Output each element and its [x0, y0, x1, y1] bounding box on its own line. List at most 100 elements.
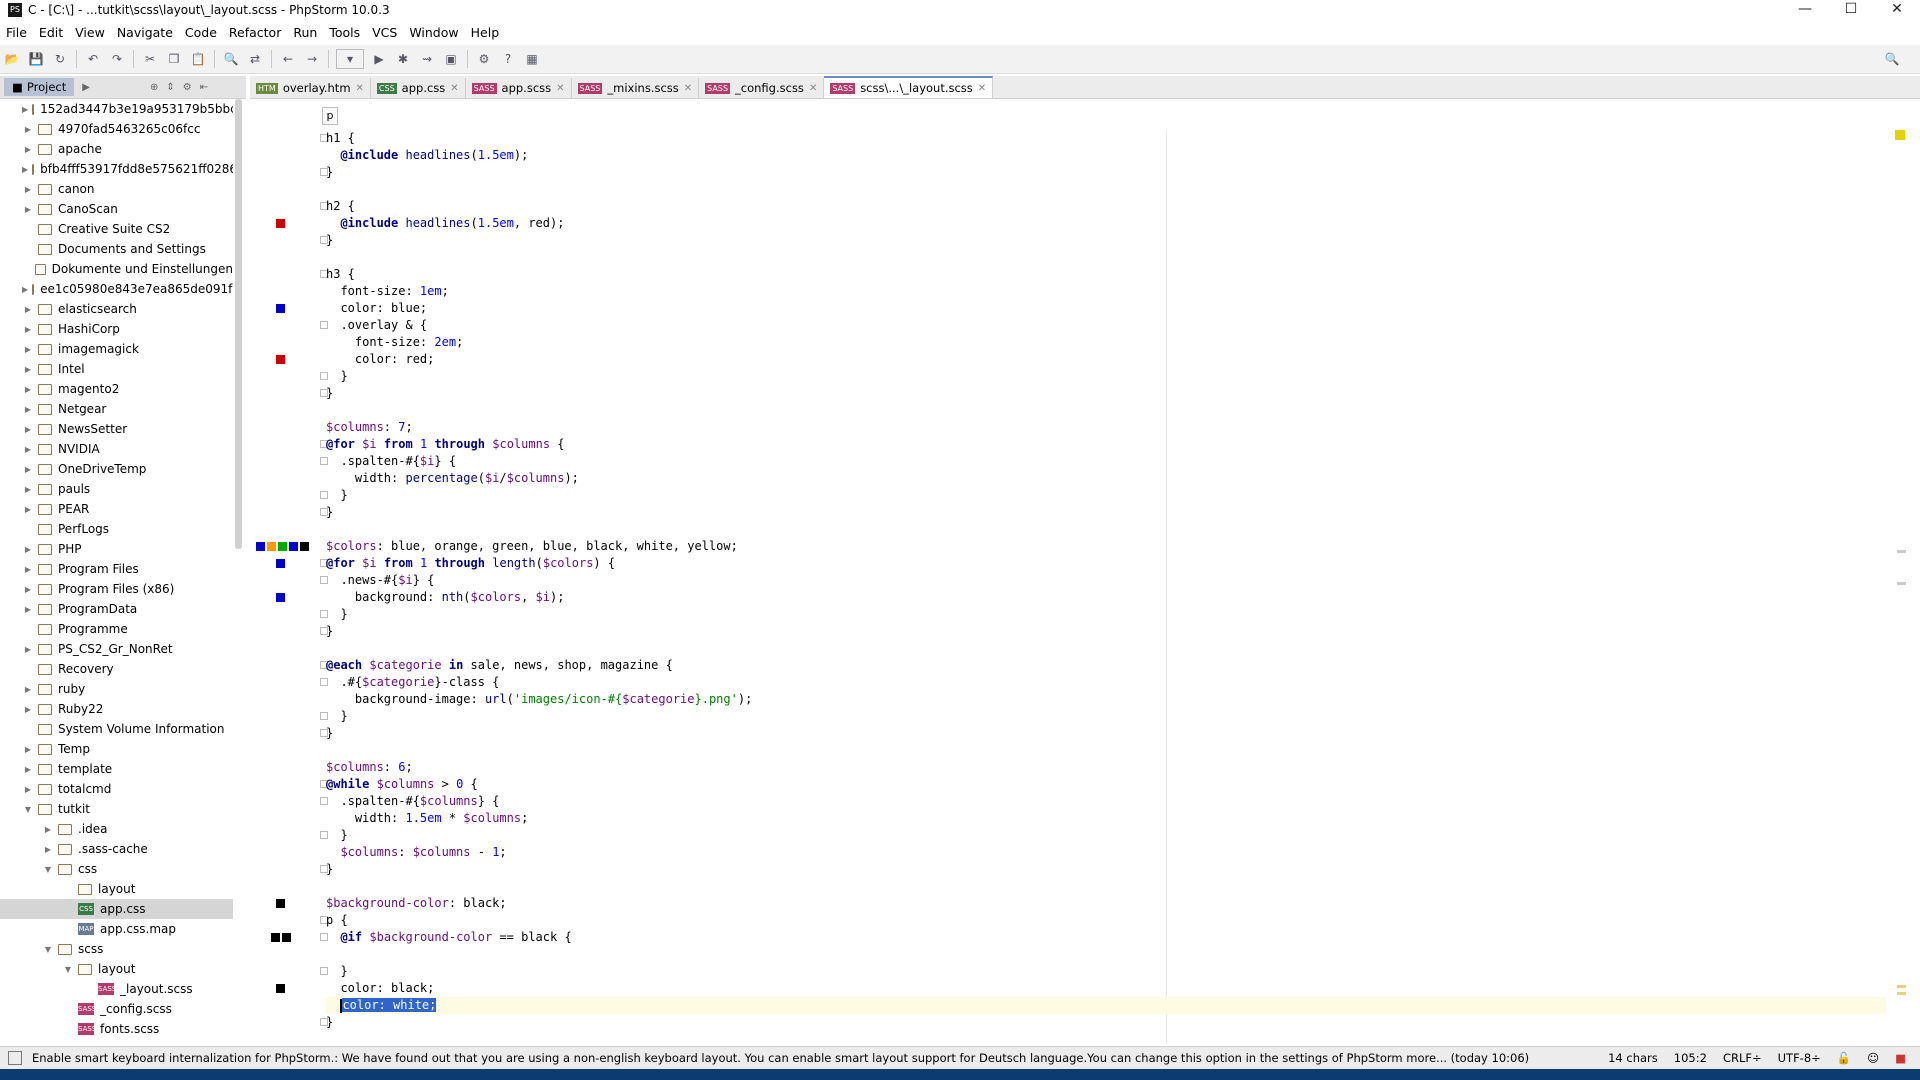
chevron-right-icon[interactable]: ▶	[22, 585, 34, 594]
hide-panel-icon[interactable]: ⇤	[200, 82, 208, 93]
code-line[interactable]	[326, 946, 1886, 963]
chevron-right-icon[interactable]: ▶	[22, 485, 34, 494]
code-line[interactable]	[326, 640, 1886, 657]
code-line[interactable]	[326, 742, 1886, 759]
chevron-right-icon[interactable]: ▶	[22, 745, 34, 754]
chevron-right-icon[interactable]: ▶	[22, 785, 34, 794]
tree-item[interactable]: ▶ NVIDIA	[0, 439, 233, 459]
back-icon[interactable]: ←	[279, 50, 297, 68]
color-preview-icon[interactable]	[267, 542, 276, 551]
menu-run[interactable]: Run	[287, 25, 323, 40]
tree-item[interactable]: ▶ bfb4fff53917fdd8e575621ff0286a	[0, 159, 233, 179]
chevron-right-icon[interactable]: ▶	[22, 445, 34, 454]
code-line[interactable]: }	[326, 487, 1886, 504]
chevron-right-icon[interactable]: ▶	[22, 365, 34, 374]
tree-item[interactable]: ▶ Program Files	[0, 559, 233, 579]
chevron-right-icon[interactable]: ▶	[22, 405, 34, 414]
collapse-icon[interactable]: ⇕	[166, 82, 174, 93]
redo-icon[interactable]: ↷	[108, 50, 126, 68]
menu-refactor[interactable]: Refactor	[223, 25, 287, 40]
tree-item[interactable]: ▶ apache	[0, 139, 233, 159]
color-preview-icon[interactable]	[276, 355, 285, 364]
close-tab-icon[interactable]: ✕	[978, 83, 986, 94]
tree-item[interactable]: ▶ PEAR	[0, 499, 233, 519]
code-line[interactable]: @include headlines(1.5em, red);	[326, 215, 1886, 232]
menu-window[interactable]: Window	[403, 25, 464, 40]
code-line[interactable]: $colors: blue, orange, green, blue, blac…	[326, 538, 1886, 555]
editor-tab[interactable]: SASS _mixins.scss ✕	[572, 78, 700, 98]
replace-icon[interactable]: ⇄	[246, 50, 264, 68]
tree-item[interactable]: ▶ Intel	[0, 359, 233, 379]
menu-view[interactable]: View	[69, 25, 111, 40]
chevron-down-icon[interactable]: ▼	[42, 945, 54, 954]
tree-item[interactable]: ▶ totalcmd	[0, 779, 233, 799]
code-line[interactable]: @if $background-color == black {	[326, 929, 1886, 946]
code-line[interactable]: @for $i from 1 through $columns {	[326, 436, 1886, 453]
step-icon[interactable]: ⇝	[418, 50, 436, 68]
chevron-right-icon[interactable]: ▶	[22, 345, 34, 354]
save-icon[interactable]: 💾	[27, 50, 45, 68]
menu-edit[interactable]: Edit	[33, 25, 69, 40]
code-line[interactable]: h2 {	[326, 198, 1886, 215]
editor-tab[interactable]: SASS app.scss ✕	[466, 78, 572, 98]
code-line[interactable]: @include headlines(1.5em);	[326, 147, 1886, 164]
code-line[interactable]: }	[326, 827, 1886, 844]
color-preview-icon[interactable]	[256, 542, 265, 551]
chevron-right-icon[interactable]: ▶	[22, 385, 34, 394]
help-icon[interactable]: ?	[499, 50, 517, 68]
run-icon[interactable]: ▶	[370, 50, 388, 68]
menu-code[interactable]: Code	[179, 25, 223, 40]
chevron-right-icon[interactable]: ▶	[22, 305, 34, 314]
close-tab-icon[interactable]: ✕	[556, 83, 564, 94]
debug-icon[interactable]: ✱	[394, 50, 412, 68]
coverage-icon[interactable]: ▣	[442, 50, 460, 68]
chevron-right-icon[interactable]: ▶	[22, 125, 34, 134]
tree-item[interactable]: SASS _layout.scss	[0, 979, 233, 999]
settings-icon[interactable]: ⚙	[475, 50, 493, 68]
cut-icon[interactable]: ✂	[141, 50, 159, 68]
code-line[interactable]	[326, 249, 1886, 266]
minimize-icon[interactable]: —	[1782, 0, 1828, 20]
tree-item[interactable]: ▶ Program Files (x86)	[0, 579, 233, 599]
status-message[interactable]: Enable smart keyboard internalization fo…	[32, 1051, 1608, 1065]
color-preview-icon[interactable]	[276, 984, 285, 993]
tree-item[interactable]: ▶ 4970fad5463265c06fcc	[0, 119, 233, 139]
code-line[interactable]: $background-color: black;	[326, 895, 1886, 912]
tree-item[interactable]: ▶ imagemagick	[0, 339, 233, 359]
code-line[interactable]: }	[326, 708, 1886, 725]
menu-file[interactable]: File	[0, 25, 33, 40]
open-folder-icon[interactable]: 📂	[3, 50, 21, 68]
tree-item[interactable]: ▶ 152ad3447b3e19a953179b5bbc7a	[0, 99, 233, 119]
editor-tab[interactable]: CSS app.css ✕	[371, 78, 466, 98]
code-line[interactable]: }	[326, 1014, 1886, 1031]
tree-scrollbar[interactable]	[235, 99, 242, 549]
tree-item[interactable]: ▶ CanoScan	[0, 199, 233, 219]
color-preview-icon[interactable]	[271, 933, 280, 942]
chevron-right-icon[interactable]: ▶	[22, 205, 34, 214]
code-line[interactable]: }	[326, 232, 1886, 249]
chevron-right-icon[interactable]: ▶	[22, 505, 34, 514]
code-line[interactable]	[326, 402, 1886, 419]
chevron-right-icon[interactable]: ▶	[22, 645, 34, 654]
code-line[interactable]: h1 {	[326, 130, 1886, 147]
menu-vcs[interactable]: VCS	[366, 25, 403, 40]
color-preview-icon[interactable]	[276, 559, 285, 568]
editor-tab[interactable]: HTM overlay.htm ✕	[250, 78, 371, 98]
tool-windows-icon[interactable]	[8, 1051, 22, 1065]
forward-icon[interactable]: →	[303, 50, 321, 68]
color-preview-icon[interactable]	[276, 304, 285, 313]
code-editor[interactable]: h1 { @include headlines(1.5em);} h2 { @in…	[250, 130, 1900, 1045]
chevron-down-icon[interactable]: ▼	[22, 805, 34, 814]
sync-icon[interactable]: ↻	[51, 50, 69, 68]
line-separator[interactable]: CRLF÷	[1723, 1051, 1762, 1065]
code-line[interactable]: }	[326, 164, 1886, 181]
file-encoding[interactable]: UTF-8÷	[1778, 1051, 1821, 1065]
tree-item[interactable]: Creative Suite CS2	[0, 219, 233, 239]
breadcrumb[interactable]: p	[322, 107, 338, 125]
color-preview-icon[interactable]	[300, 542, 309, 551]
selected-text[interactable]: color: white;	[342, 998, 437, 1012]
plugin-icon[interactable]: ▦	[523, 50, 541, 68]
stripe-marker[interactable]	[1897, 992, 1906, 995]
tree-item[interactable]: ▼ layout	[0, 959, 233, 979]
code-line[interactable]: color: white;	[326, 997, 1886, 1014]
